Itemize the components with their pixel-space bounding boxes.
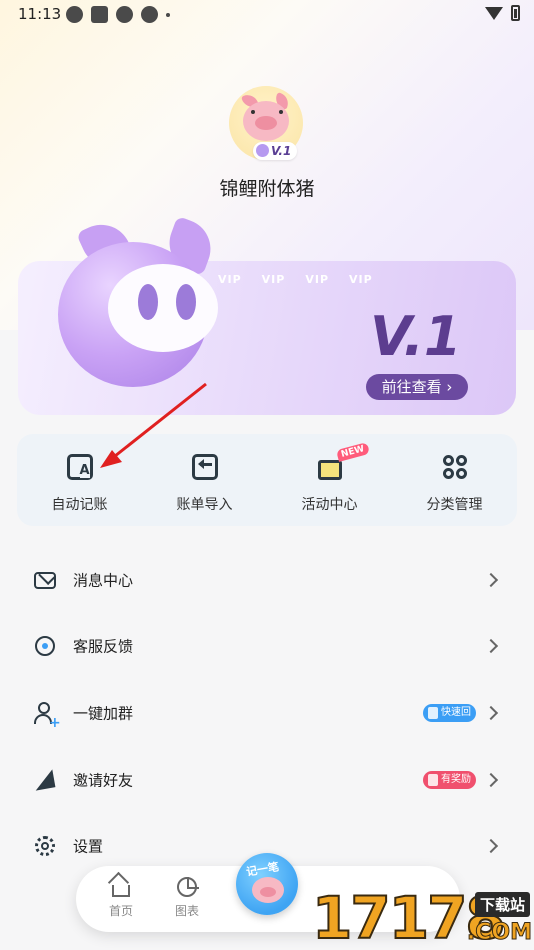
pig-snout: [255, 116, 277, 130]
vip-level-text: V.1: [370, 305, 462, 368]
quick-reply-badge: 快速回: [423, 704, 476, 722]
menu-item-label: 客服反馈: [73, 637, 134, 656]
nav-label: 首页: [108, 904, 133, 918]
quick-action-category-management[interactable]: 分类管理: [392, 434, 517, 526]
home-icon: [110, 876, 132, 898]
gift-icon: NEW: [315, 442, 370, 482]
mascot-nostril: [176, 284, 196, 320]
menu-item-label: 消息中心: [73, 571, 134, 590]
vip-strip-text: VIP: [218, 273, 242, 286]
chevron-right-icon: [483, 772, 499, 788]
chevron-right-icon: [483, 572, 499, 588]
menu-item-label: 一键加群: [73, 704, 134, 723]
send-icon: [32, 768, 57, 792]
username[interactable]: 锦鲤附体猪: [0, 174, 534, 201]
add-record-label: 记一笔: [245, 860, 280, 879]
app-notification-icon: [66, 6, 83, 23]
mail-icon: [33, 568, 57, 592]
menu-item-customer-feedback[interactable]: 客服反馈: [0, 613, 534, 679]
annotation-arrow: [100, 382, 207, 468]
quick-action-label: 账单导入: [176, 497, 233, 513]
vip-strip-text: VIP: [305, 273, 330, 286]
mascot-pig-illustration: [48, 214, 219, 387]
avatar[interactable]: V.1: [229, 86, 303, 160]
menu-item-label: 设置: [73, 837, 104, 856]
pig-eye: [251, 110, 255, 114]
quick-action-label: 活动中心: [301, 497, 358, 513]
app-notification-icon: [141, 6, 158, 23]
headset-icon: [33, 634, 57, 658]
nav-label: 图表: [174, 904, 199, 918]
watermark-tag: 下载站: [474, 892, 530, 917]
new-badge: NEW: [335, 442, 370, 462]
vip-strip-text: VIP: [261, 273, 286, 286]
quick-action-label: 分类管理: [426, 497, 483, 513]
reward-badge: 有奖励: [423, 771, 476, 789]
chevron-right-icon: [483, 638, 499, 654]
more-notifications-dot: [166, 12, 170, 17]
add-user-icon: +: [33, 701, 61, 731]
menu-item-invite-friends[interactable]: 邀请好友 有奖励: [0, 747, 534, 813]
status-bar: 11:13: [0, 0, 534, 30]
nav-charts[interactable]: 图表: [162, 876, 212, 919]
gear-icon: [33, 834, 57, 858]
chevron-right-icon: [483, 705, 499, 721]
site-watermark: 17178 下载站 .COM: [311, 885, 534, 950]
category-grid-icon: [440, 452, 470, 482]
app-notification-icon: [91, 6, 108, 23]
pie-chart-icon: [176, 876, 199, 898]
add-record-button[interactable]: 记一笔: [236, 853, 298, 915]
system-icons: [485, 5, 520, 21]
wifi-icon: [485, 6, 503, 20]
chevron-right-icon: [483, 838, 499, 854]
vip-strip: VIP VIP VIP VIP: [218, 273, 373, 286]
menu-item-label: 邀请好友: [73, 771, 134, 790]
app-notification-icon: [116, 6, 133, 23]
watermark-suffix: .COM: [466, 920, 532, 946]
mascot-face: [108, 264, 218, 352]
quick-actions-card: A 自动记账 账单导入 NEW 活动中心 分类管理: [17, 434, 517, 526]
quick-action-label: 自动记账: [51, 497, 108, 513]
menu-item-message-center[interactable]: 消息中心: [0, 547, 534, 613]
battery-icon: [511, 5, 520, 21]
level-badge: V.1: [253, 142, 298, 160]
quick-action-activity-center[interactable]: NEW 活动中心: [267, 434, 392, 526]
status-time: 11:13: [18, 5, 62, 23]
view-vip-button[interactable]: 前往查看 ›: [366, 374, 468, 400]
nav-home[interactable]: 首页: [96, 876, 146, 919]
vip-strip-text: VIP: [349, 273, 373, 286]
pig-snout: [260, 887, 276, 897]
pig-eye: [279, 110, 283, 114]
notification-icons: [66, 6, 170, 23]
auto-bookkeeping-icon: A: [65, 452, 95, 482]
mascot-nostril: [138, 284, 158, 320]
menu-item-join-group[interactable]: + 一键加群 快速回: [0, 680, 534, 746]
